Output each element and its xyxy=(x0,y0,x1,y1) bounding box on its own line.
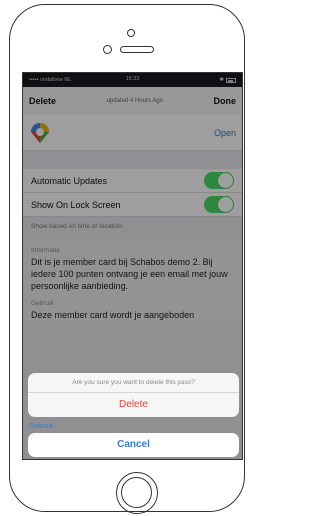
home-button[interactable] xyxy=(116,472,158,514)
usage-heading-peek: Gebruik xyxy=(29,423,54,430)
front-camera xyxy=(127,29,135,37)
phone-screen: ••••• vodafone NL 16:33 ✱ Delete updated… xyxy=(22,72,243,460)
proximity-sensor xyxy=(103,45,112,54)
confirm-delete-button[interactable]: Delete xyxy=(28,393,239,417)
earpiece-speaker xyxy=(120,46,154,53)
action-sheet: Are you sure you want to delete this pas… xyxy=(28,373,239,417)
cancel-button[interactable]: Cancel xyxy=(28,433,239,457)
action-sheet-message: Are you sure you want to delete this pas… xyxy=(28,373,239,393)
home-button-ring xyxy=(121,477,152,508)
